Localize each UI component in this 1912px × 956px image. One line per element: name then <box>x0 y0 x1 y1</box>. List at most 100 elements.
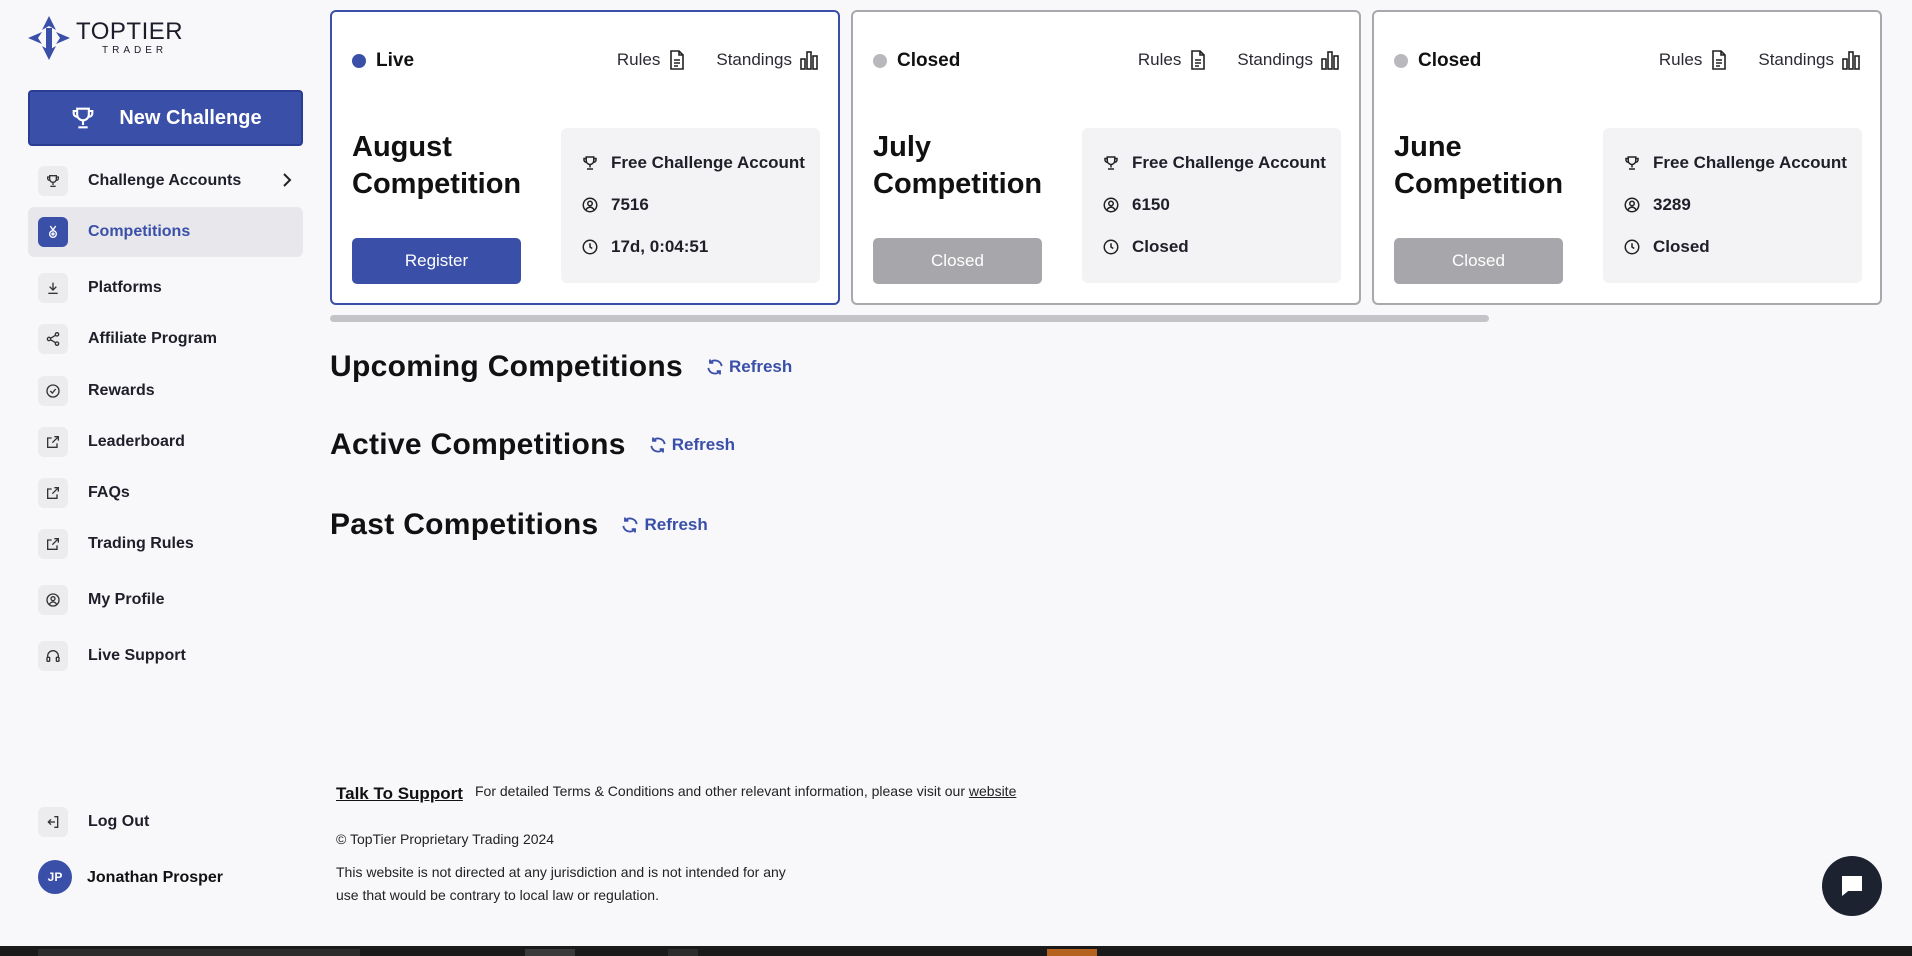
bar-chart-icon[interactable] <box>1842 50 1860 70</box>
competition-title: August Competition <box>352 131 522 200</box>
clock-icon <box>1103 239 1119 255</box>
participants-count: 3289 <box>1653 195 1691 214</box>
status-badge: Live <box>352 50 414 72</box>
refresh-label: Refresh <box>671 435 736 454</box>
copyright: © TopTier Proprietary Trading 2024 <box>336 831 555 847</box>
external-link-icon <box>38 478 68 508</box>
external-link-icon <box>38 427 68 457</box>
sidebar-item-leaderboard[interactable]: Leaderboard <box>28 417 303 467</box>
refresh-label: Refresh <box>728 357 793 376</box>
trophy-icon <box>38 166 68 196</box>
clock-icon <box>582 239 598 255</box>
register-button[interactable]: Register <box>352 238 521 284</box>
closed-button[interactable]: Closed <box>1394 238 1563 284</box>
taskbar-item[interactable] <box>668 949 698 956</box>
standings-link[interactable]: Standings <box>1758 50 1834 70</box>
competition-info: Free Challenge Account 6150 Closed <box>1082 128 1341 283</box>
trophy-icon <box>1104 156 1118 170</box>
logout-button[interactable]: Log Out <box>28 797 303 847</box>
document-icon[interactable] <box>1189 50 1207 70</box>
talk-to-support-link[interactable]: Talk To Support <box>336 784 463 804</box>
logo-name: TOPTIER <box>76 18 184 45</box>
terms-text: For detailed Terms & Conditions and othe… <box>475 783 1016 799</box>
participants-count: 6150 <box>1132 195 1170 214</box>
refresh-label: Refresh <box>644 515 708 534</box>
sidebar-item-my-profile[interactable]: My Profile <box>28 575 303 625</box>
status-label: Closed <box>897 50 961 71</box>
logo-sub: TRADER <box>102 45 168 56</box>
section-title: Past Competitions <box>330 508 599 541</box>
refresh-icon <box>650 437 666 453</box>
trophy-icon <box>583 156 597 170</box>
sidebar-item-trading-rules[interactable]: Trading Rules <box>28 519 303 569</box>
clock-icon <box>1624 239 1640 255</box>
chat-button[interactable] <box>1822 856 1882 916</box>
time-remaining: Closed <box>1653 237 1710 256</box>
chevron-right-icon <box>283 173 292 187</box>
competition-title: June Competition <box>1394 131 1564 200</box>
sidebar-item-label: Competitions <box>88 223 191 240</box>
new-challenge-label: New Challenge <box>119 106 262 129</box>
chat-icon <box>1842 876 1862 896</box>
refresh-button[interactable]: Refresh <box>620 515 708 535</box>
headset-icon <box>38 641 68 671</box>
sidebar-item-challenge-accounts[interactable]: Challenge Accounts <box>28 156 303 206</box>
avatar[interactable]: JP <box>38 860 72 894</box>
sidebar-item-platforms[interactable]: Platforms <box>28 263 303 313</box>
section-title: Active Competitions <box>330 428 626 461</box>
medal-icon <box>38 217 68 247</box>
bar-chart-icon[interactable] <box>1321 50 1339 70</box>
check-circle-icon <box>38 376 68 406</box>
taskbar-item[interactable] <box>525 949 575 956</box>
status-dot <box>1394 54 1408 68</box>
horizontal-scrollbar[interactable] <box>330 315 1489 322</box>
disclaimer: This website is not directed at any juri… <box>336 864 786 903</box>
participants-count: 7516 <box>611 195 649 214</box>
taskbar-item[interactable] <box>1047 949 1097 956</box>
standings-link[interactable]: Standings <box>716 50 792 70</box>
sidebar-item-label: Leaderboard <box>88 433 185 450</box>
user-circle-icon <box>38 585 68 615</box>
time-remaining: Closed <box>1132 237 1189 256</box>
sidebar-item-label: Live Support <box>88 647 186 664</box>
refresh-button[interactable]: Refresh <box>648 435 735 455</box>
taskbar-item[interactable] <box>38 949 360 956</box>
sidebar-item-competitions[interactable]: Competitions <box>28 207 303 257</box>
download-icon <box>38 273 68 303</box>
refresh-icon <box>622 517 639 533</box>
active-competitions-section: Active Competitions Refresh <box>330 428 735 462</box>
account-type: Free Challenge Account <box>611 153 805 172</box>
rules-link[interactable]: Rules <box>1138 50 1181 70</box>
new-challenge-button[interactable]: New Challenge <box>28 90 303 146</box>
refresh-icon <box>707 359 723 375</box>
logo[interactable]: TOPTIER TRADER <box>28 16 183 60</box>
sidebar-item-label: Platforms <box>88 279 162 296</box>
status-badge: Closed <box>873 50 960 72</box>
document-icon[interactable] <box>1710 50 1728 70</box>
sidebar-item-label: Affiliate Program <box>88 330 217 347</box>
logo-icon <box>28 16 70 60</box>
status-dot <box>352 54 366 68</box>
competition-info: Free Challenge Account 7516 17d, 0:04:51 <box>561 128 820 283</box>
closed-button[interactable]: Closed <box>873 238 1042 284</box>
sidebar-item-faqs[interactable]: FAQs <box>28 468 303 518</box>
user-circle-icon <box>582 197 598 213</box>
user-name[interactable]: Jonathan Prosper <box>87 869 223 887</box>
sidebar-item-rewards[interactable]: Rewards <box>28 366 303 416</box>
competition-title: July Competition <box>873 131 1043 200</box>
rules-link[interactable]: Rules <box>1659 50 1702 70</box>
sidebar-item-live-support[interactable]: Live Support <box>28 631 303 681</box>
rules-link[interactable]: Rules <box>617 50 660 70</box>
status-label: Closed <box>1418 50 1482 71</box>
sidebar-item-label: Challenge Accounts <box>88 172 242 189</box>
logout-icon <box>38 807 68 837</box>
document-icon[interactable] <box>668 50 686 70</box>
refresh-button[interactable]: Refresh <box>705 357 792 377</box>
account-type: Free Challenge Account <box>1132 153 1326 172</box>
website-link[interactable]: website <box>969 783 1016 799</box>
sidebar-item-affiliate-program[interactable]: Affiliate Program <box>28 314 303 364</box>
user-circle-icon <box>1624 197 1640 213</box>
standings-link[interactable]: Standings <box>1237 50 1313 70</box>
past-competitions-section: Past Competitions Refresh <box>330 508 708 542</box>
bar-chart-icon[interactable] <box>800 50 818 70</box>
